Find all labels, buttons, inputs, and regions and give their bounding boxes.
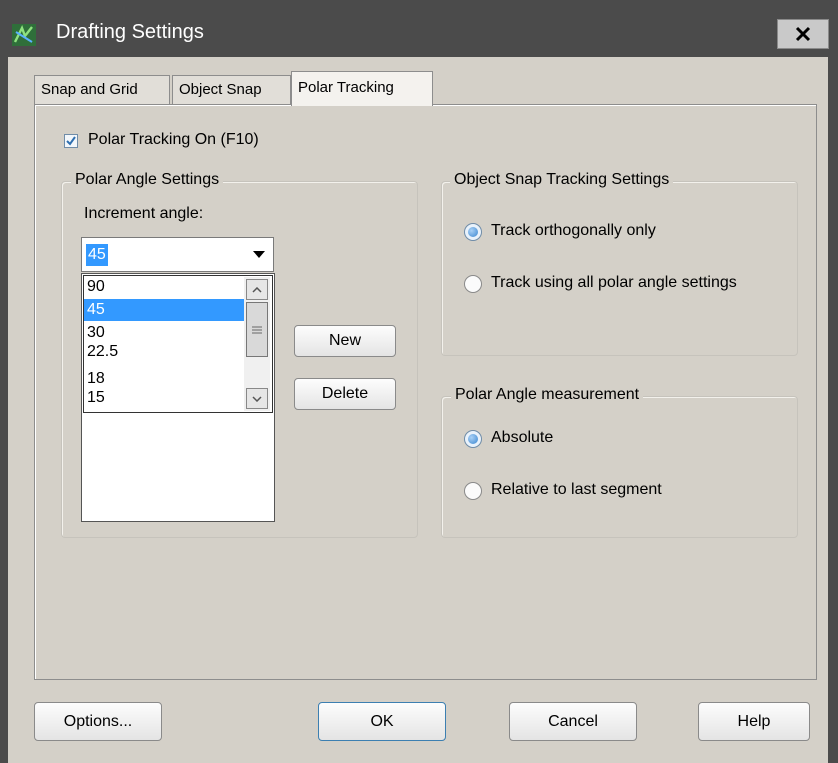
delete-button-label: Delete [321,385,369,402]
radio-dot [468,227,478,237]
polar-tracking-label: Polar Tracking On (F10) [88,131,259,148]
chevron-down-icon [253,250,265,258]
object-snap-tracking-group [441,181,798,356]
scroll-thumb[interactable] [246,302,268,357]
title-bar: Drafting Settings [0,0,838,57]
checkmark-icon [66,136,76,146]
polar-tracking-checkbox[interactable] [64,134,78,148]
delete-button[interactable]: Delete [294,378,396,410]
tab-label: Snap and Grid [41,81,138,98]
window-title: Drafting Settings [56,21,204,43]
ok-button[interactable]: OK [318,702,446,741]
relative-to-last-segment-label: Relative to last segment [491,481,662,498]
tab-polar-tracking[interactable]: Polar Tracking [291,71,433,106]
increment-angle-dropdown-list[interactable]: 90 45 30 22.5 18 15 [81,273,275,522]
increment-angle-value[interactable]: 45 [86,244,108,266]
dropdown-button[interactable] [249,242,269,267]
increment-angle-label: Increment angle: [84,205,204,222]
close-button[interactable] [777,19,829,49]
window-frame-left [0,57,8,763]
absolute-label: Absolute [491,429,554,446]
increment-angle-combobox[interactable]: 45 [81,237,274,272]
close-icon [795,26,811,42]
track-orthogonally-radio[interactable] [464,223,482,241]
chevron-down-icon [252,395,262,402]
list-item[interactable]: 15 [84,387,245,409]
help-button-label: Help [737,712,771,730]
polar-angle-settings-legend: Polar Angle Settings [71,171,224,189]
cancel-button[interactable]: Cancel [509,702,637,741]
new-button[interactable]: New [294,325,396,357]
absolute-radio[interactable] [464,430,482,448]
options-button[interactable]: Options... [34,702,162,741]
app-icon [12,24,36,46]
track-all-polar-radio[interactable] [464,275,482,293]
relative-to-last-segment-radio[interactable] [464,482,482,500]
chevron-up-icon [252,286,262,293]
polar-angle-measurement-legend: Polar Angle measurement [451,386,644,404]
tab-label: Polar Tracking [298,79,394,96]
track-orthogonally-label: Track orthogonally only [491,222,656,239]
options-button-label: Options... [63,712,133,730]
scroll-down-button[interactable] [246,388,268,409]
help-button[interactable]: Help [698,702,810,741]
tab-label: Object Snap [179,81,262,98]
list-item-selected[interactable]: 45 [84,299,245,321]
polar-angle-measurement-group [441,396,798,538]
tab-object-snap[interactable]: Object Snap [172,75,291,105]
list-item[interactable]: 22.5 [84,341,245,363]
new-button-label: New [328,332,361,349]
list-item[interactable]: 90 [84,276,245,298]
list-scrollbar[interactable] [244,277,270,411]
grip-icon [252,326,262,333]
track-all-polar-label: Track using all polar angle settings [491,274,737,291]
cancel-button-label: Cancel [548,712,598,730]
scroll-up-button[interactable] [246,279,268,300]
radio-dot [468,434,478,444]
object-snap-tracking-legend: Object Snap Tracking Settings [450,171,674,189]
window-frame-right [828,57,838,763]
ok-button-label: OK [370,712,394,730]
tab-snap-and-grid[interactable]: Snap and Grid [34,75,170,105]
